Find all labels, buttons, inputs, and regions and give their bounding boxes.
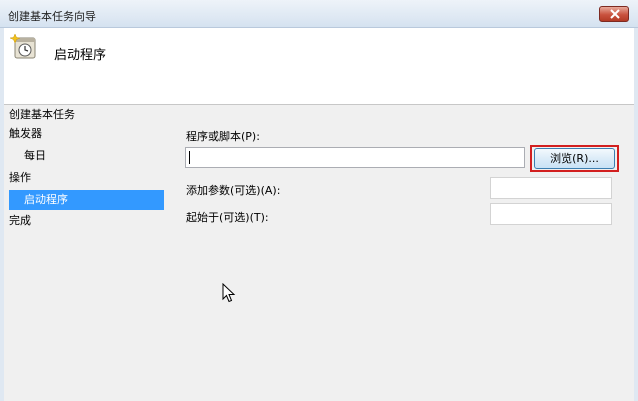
sidebar-item-finish[interactable]: 完成 bbox=[9, 211, 164, 231]
scheduled-task-icon bbox=[9, 33, 36, 59]
browse-button[interactable]: 浏览(R)... bbox=[534, 148, 615, 169]
sidebar-item-action[interactable]: 操作 bbox=[9, 168, 164, 188]
wizard-body: 创建基本任务 触发器 每日 操作 启动程序 完成 程序或脚本(P): 浏览(R)… bbox=[4, 104, 634, 401]
sidebar-item-start-program[interactable]: 启动程序 bbox=[9, 190, 164, 210]
page-title: 启动程序 bbox=[54, 48, 107, 63]
sidebar-item-label: 启动程序 bbox=[24, 193, 68, 206]
args-label: 添加参数(可选)(A): bbox=[186, 184, 281, 197]
sidebar-heading: 创建基本任务 bbox=[9, 108, 75, 121]
mouse-pointer-icon bbox=[222, 283, 236, 303]
startin-label: 起始于(可选)(T): bbox=[186, 211, 269, 224]
sidebar-item-label: 完成 bbox=[9, 214, 31, 227]
text-caret bbox=[189, 151, 190, 164]
sidebar-item-trigger[interactable]: 触发器 bbox=[9, 124, 164, 144]
args-input[interactable] bbox=[490, 177, 612, 199]
program-input[interactable] bbox=[185, 147, 525, 168]
close-button[interactable] bbox=[599, 6, 629, 22]
close-icon bbox=[610, 9, 620, 19]
sidebar-item-label: 操作 bbox=[9, 171, 31, 184]
sidebar-item-label: 触发器 bbox=[9, 127, 42, 140]
sidebar-item-daily[interactable]: 每日 bbox=[9, 146, 164, 166]
startin-input[interactable] bbox=[490, 203, 612, 225]
wizard-header: 启动程序 bbox=[4, 28, 634, 104]
window-title: 创建基本任务向导 bbox=[8, 10, 96, 23]
title-bar: 创建基本任务向导 bbox=[0, 0, 638, 28]
program-label: 程序或脚本(P): bbox=[186, 130, 260, 143]
sidebar-item-label: 每日 bbox=[24, 149, 46, 162]
